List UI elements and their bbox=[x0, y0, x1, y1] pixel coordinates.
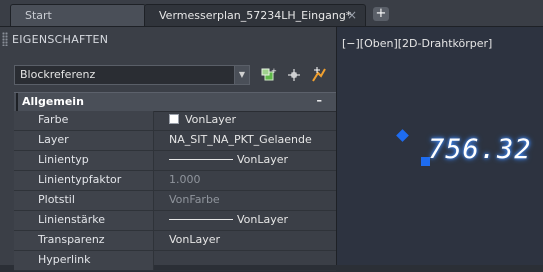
panel-grip-icon[interactable] bbox=[2, 32, 8, 46]
selected-block-text[interactable]: 756.32 bbox=[428, 134, 532, 165]
tab-start-label: Start bbox=[25, 9, 52, 22]
property-value-farbe[interactable]: VonLayer bbox=[155, 111, 336, 132]
property-row-linientypfaktor[interactable]: Linientypfaktor 1.000 bbox=[14, 171, 336, 191]
tab-drawing[interactable]: Vermesserplan_57234LH_Eingang* × bbox=[144, 4, 366, 26]
property-value-transparenz[interactable]: VonLayer bbox=[155, 231, 336, 252]
lineweight-preview-icon bbox=[169, 219, 233, 220]
viewport-controls-label[interactable]: [−][Oben][2D-Drahtkörper] bbox=[342, 37, 492, 50]
property-row-plotstil[interactable]: Plotstil VonFarbe bbox=[14, 191, 336, 211]
panel-title: EIGENSCHAFTEN bbox=[12, 32, 109, 46]
section-general[interactable]: Allgemein – bbox=[14, 92, 336, 112]
property-row-farbe[interactable]: Farbe VonLayer bbox=[14, 111, 336, 131]
property-value-plotstil[interactable]: VonFarbe bbox=[155, 191, 336, 212]
property-name: Hyperlink bbox=[14, 251, 154, 270]
panel-header: EIGENSCHAFTEN bbox=[0, 27, 336, 51]
insertion-grip-icon[interactable] bbox=[396, 129, 409, 142]
property-row-linientyp[interactable]: Linientyp VonLayer bbox=[14, 151, 336, 171]
property-name: Farbe bbox=[14, 111, 154, 130]
add-tab-button[interactable]: + bbox=[373, 7, 389, 21]
property-name: Linientypfaktor bbox=[14, 171, 154, 190]
toggle-pickadd-icon[interactable]: + bbox=[260, 66, 278, 84]
property-value-hyperlink[interactable] bbox=[155, 251, 336, 272]
collapse-icon[interactable]: – bbox=[317, 94, 323, 107]
object-type-select[interactable]: Blockreferenz ▼ bbox=[14, 65, 250, 85]
property-value-linientypfaktor[interactable]: 1.000 bbox=[155, 171, 336, 192]
property-grid: Farbe VonLayer Layer NA_SIT_NA_PKT_Gelae… bbox=[14, 111, 336, 271]
property-name: Linienstärke bbox=[14, 211, 154, 230]
close-tab-icon[interactable]: × bbox=[347, 8, 357, 22]
section-general-label: Allgemein bbox=[22, 95, 84, 108]
property-name: Transparenz bbox=[14, 231, 154, 250]
properties-panel: EIGENSCHAFTEN Blockreferenz ▼ + Allgemei… bbox=[0, 27, 337, 271]
select-objects-icon[interactable] bbox=[285, 66, 303, 84]
property-row-layer[interactable]: Layer NA_SIT_NA_PKT_Gelaende bbox=[14, 131, 336, 151]
svg-text:+: + bbox=[271, 67, 277, 75]
tab-drawing-label: Vermesserplan_57234LH_Eingang* bbox=[159, 9, 352, 22]
property-value-linientyp[interactable]: VonLayer bbox=[155, 151, 336, 172]
quick-select-icon[interactable] bbox=[310, 66, 328, 84]
object-type-value: Blockreferenz bbox=[20, 68, 96, 81]
drawing-viewport[interactable]: [−][Oben][2D-Drahtkörper] 756.32 bbox=[337, 27, 543, 265]
color-swatch-icon bbox=[169, 114, 179, 124]
chevron-down-icon[interactable]: ▼ bbox=[234, 66, 249, 84]
property-row-hyperlink[interactable]: Hyperlink bbox=[14, 251, 336, 271]
property-value-layer[interactable]: NA_SIT_NA_PKT_Gelaende bbox=[155, 131, 336, 152]
property-row-linienstaerke[interactable]: Linienstärke VonLayer bbox=[14, 211, 336, 231]
tab-start[interactable]: Start bbox=[10, 4, 146, 26]
property-name: Layer bbox=[14, 131, 154, 150]
document-tab-bar: Start Vermesserplan_57234LH_Eingang* × + bbox=[0, 0, 543, 27]
property-name: Plotstil bbox=[14, 191, 154, 210]
linetype-preview-icon bbox=[169, 159, 233, 160]
property-value-linienstaerke[interactable]: VonLayer bbox=[155, 211, 336, 232]
selection-row: Blockreferenz ▼ + bbox=[14, 65, 336, 87]
property-row-transparenz[interactable]: Transparenz VonLayer bbox=[14, 231, 336, 251]
property-name: Linientyp bbox=[14, 151, 154, 170]
